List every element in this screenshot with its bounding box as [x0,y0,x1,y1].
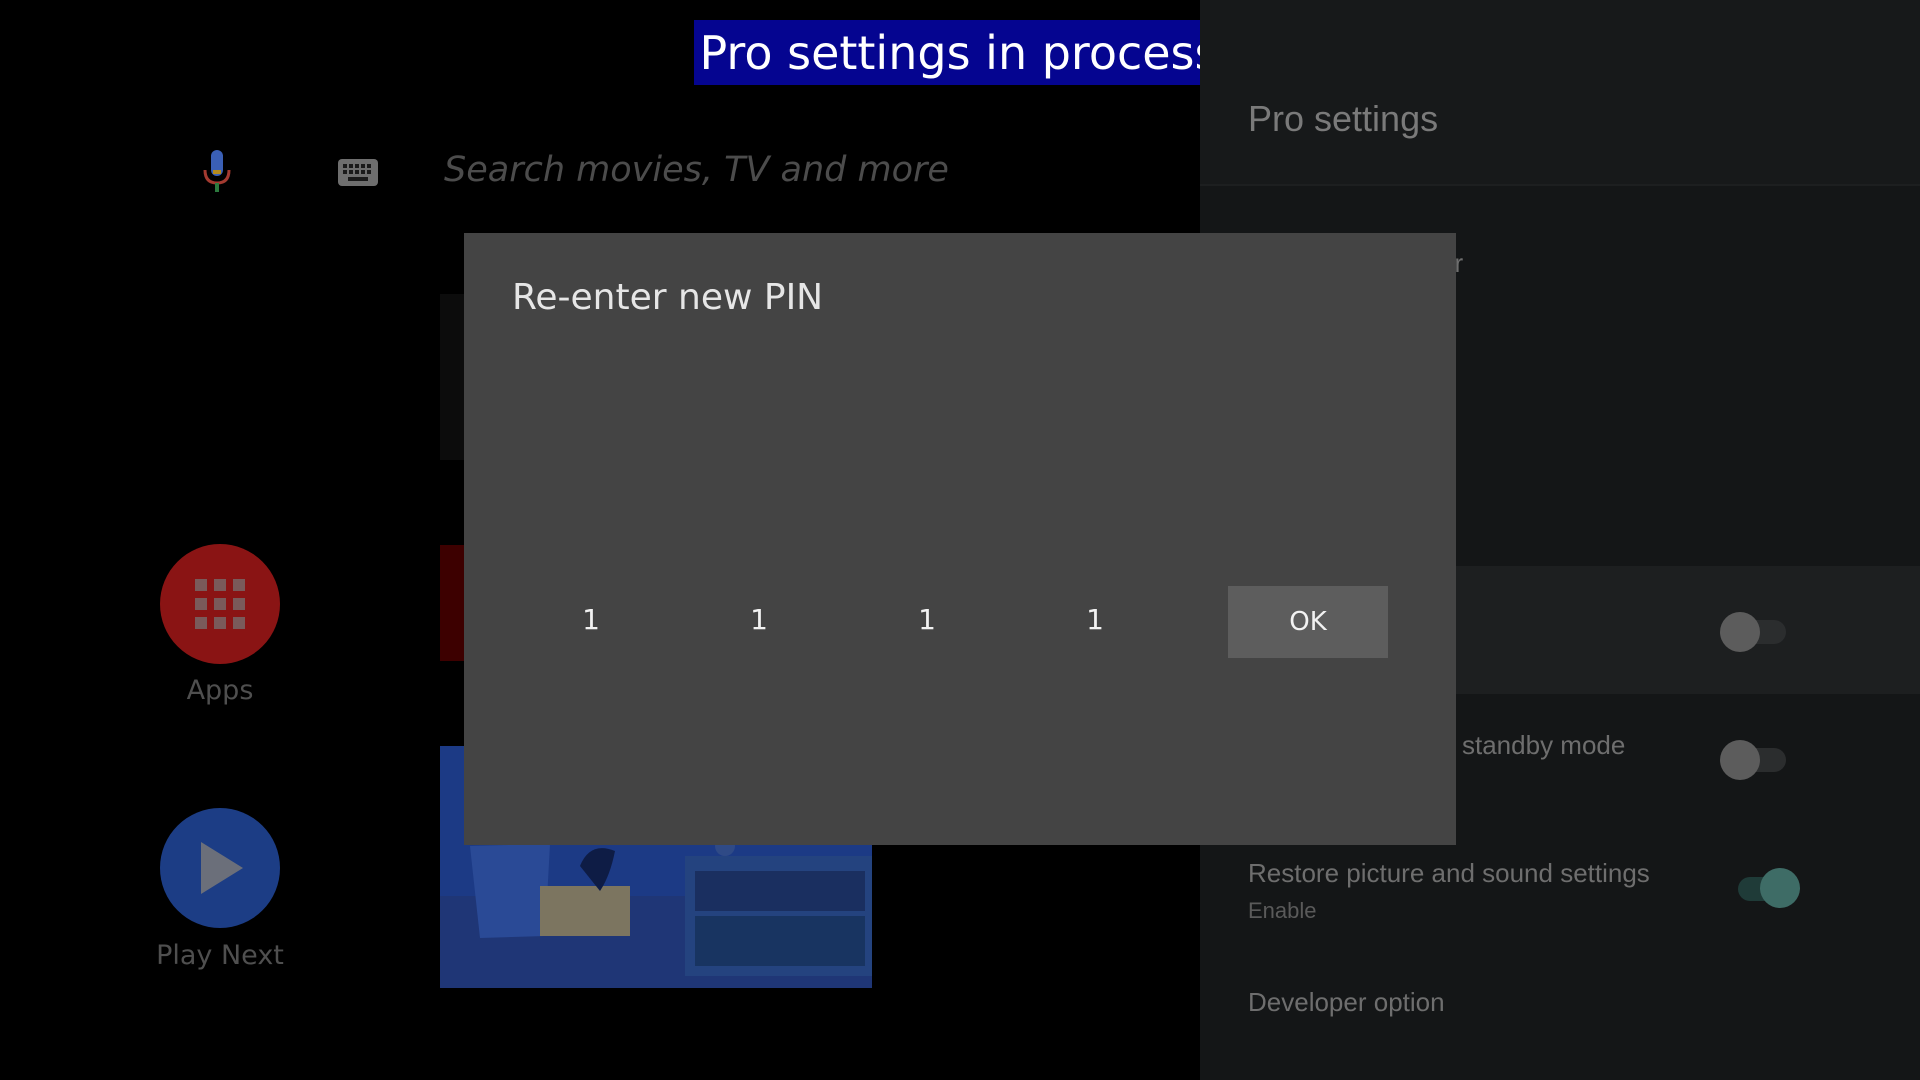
toggle-knob-on [1760,868,1800,908]
restore-settings-sub: Enable [1248,898,1317,923]
keyboard-icon[interactable] [338,159,378,186]
apps-button[interactable] [160,544,280,664]
settings-title: Pro settings [1248,98,1439,139]
microphone-icon[interactable] [200,150,234,194]
search-input[interactable]: Search movies, TV and more [444,150,949,190]
process-banner: Pro settings in process [694,20,1224,85]
play-icon [201,842,243,894]
ok-button[interactable]: OK [1228,586,1388,658]
toggle-knob [1720,612,1760,652]
play-next-label: Play Next [156,940,284,971]
restore-settings-label[interactable]: Restore picture and sound settings [1248,858,1650,889]
pin-digit-3[interactable]: 1 [897,603,957,636]
pin-digit-1[interactable]: 1 [561,603,621,636]
pin-dialog: Re-enter new PIN 1 1 1 1 OK [464,233,1456,845]
developer-option-label[interactable]: Developer option [1248,987,1445,1018]
pin-digit-2[interactable]: 1 [729,603,789,636]
apps-grid-icon [195,579,245,629]
pin-digit-4[interactable]: 1 [1065,603,1125,636]
play-next-button[interactable] [160,808,280,928]
dialog-title: Re-enter new PIN [512,277,824,318]
apps-label: Apps [186,675,254,706]
toggle-knob [1720,740,1760,780]
standby-mode-label[interactable]: standby mode [1462,730,1625,761]
settings-header [1200,0,1920,186]
